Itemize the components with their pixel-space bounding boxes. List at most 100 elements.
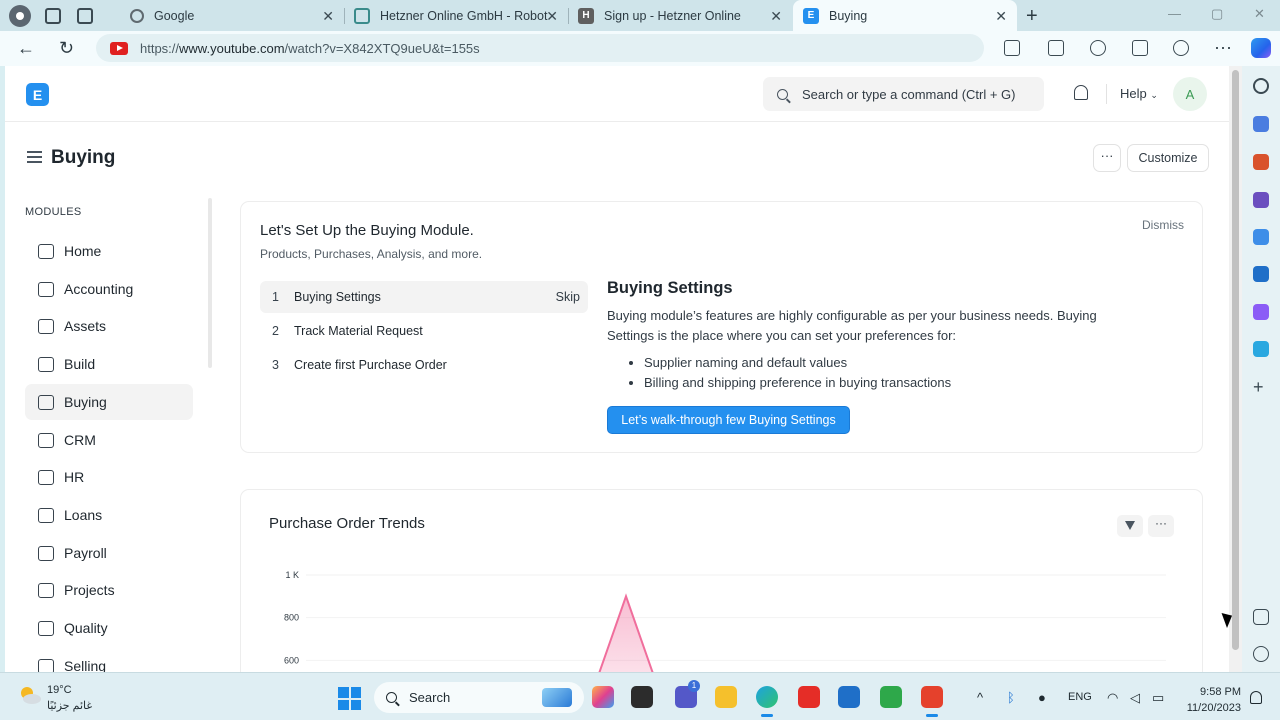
bluetooth-icon[interactable]: ᛒ (1007, 690, 1015, 705)
battery-icon[interactable]: ▭ (1152, 690, 1164, 706)
sidebar-item-buying[interactable]: Buying (25, 384, 193, 420)
sidebar-item-projects[interactable]: Projects (25, 572, 193, 608)
copilot-app-icon[interactable] (592, 686, 614, 708)
weather-temp: 19°C (47, 684, 72, 696)
microphone-icon[interactable]: ● (1038, 690, 1046, 705)
search-icon (777, 88, 788, 100)
tradingview-icon[interactable] (880, 686, 902, 708)
hide-sidebar-icon[interactable] (1253, 609, 1269, 625)
store-icon[interactable] (838, 686, 860, 708)
scrollbar-thumb[interactable] (1232, 70, 1239, 650)
sidebar-item-assets[interactable]: Assets (25, 308, 193, 344)
reload-icon[interactable]: ↻ (59, 38, 74, 59)
page-title: Buying (51, 147, 116, 168)
browser-essentials-icon[interactable] (1173, 40, 1189, 56)
tab-actions-icon[interactable] (77, 7, 93, 24)
start-icon[interactable] (338, 687, 361, 710)
profile-icon[interactable] (9, 4, 31, 27)
sidebar-item-selling[interactable]: Selling (25, 648, 193, 672)
page-more-button[interactable]: ··· (1093, 144, 1121, 172)
tab-hetzner-signup[interactable]: H Sign up - Hetzner Online ✕ (570, 0, 792, 31)
drop-icon[interactable] (1253, 341, 1269, 357)
sidebar-item-label: Selling (64, 658, 107, 672)
hetzner-robot-icon (354, 7, 370, 24)
designer-icon[interactable] (1253, 304, 1269, 320)
extensions-icon[interactable] (1004, 40, 1020, 56)
sidebar-item-home[interactable]: Home (25, 233, 193, 269)
tools-icon[interactable] (1253, 154, 1269, 170)
sidebar-settings-icon[interactable] (1253, 646, 1269, 662)
workspaces-icon[interactable] (45, 7, 61, 24)
taskbar-search[interactable]: Search (374, 682, 584, 713)
sidebar-item-label: Home (64, 243, 102, 259)
favorites-icon[interactable] (1090, 40, 1106, 56)
app-logo[interactable]: E (26, 83, 49, 106)
tab-hetzner-robot[interactable]: Hetzner Online GmbH - Robot ✕ (346, 0, 568, 31)
tab-close-icon[interactable]: ✕ (770, 8, 782, 25)
list-item: Billing and shipping preference in buyin… (644, 373, 951, 393)
games-icon[interactable] (1253, 192, 1269, 208)
tab-close-icon[interactable]: ✕ (322, 8, 334, 25)
add-icon[interactable]: + (1253, 378, 1269, 396)
tab-buying[interactable]: E Buying ✕ (793, 0, 1017, 31)
maximize-icon[interactable]: ▢ (1211, 6, 1223, 22)
tab-title: Hetzner Online GmbH - Robot (380, 8, 548, 23)
sidebar-item-hr[interactable]: HR (25, 459, 193, 495)
sidebar-scrollbar[interactable] (208, 198, 212, 368)
list-item: Supplier naming and default values (644, 353, 951, 373)
m365-icon[interactable] (1253, 229, 1269, 245)
copilot-icon[interactable] (1251, 38, 1271, 58)
tab-close-icon[interactable]: ✕ (546, 8, 558, 25)
onboarding-step[interactable]: 3 Create first Purchase Order (260, 349, 588, 381)
sidebar-item-build[interactable]: Build (25, 346, 193, 382)
sidebar-item-loans[interactable]: Loans (25, 497, 193, 533)
minimize-icon[interactable]: — (1168, 6, 1181, 21)
split-screen-icon[interactable] (1048, 40, 1064, 56)
url-field[interactable]: https://www.youtube.com/watch?v=X842XTQ9… (96, 34, 984, 62)
tab-google[interactable]: Google ✕ (122, 0, 344, 31)
tray-overflow-icon[interactable]: ^ (977, 690, 983, 705)
avatar[interactable]: A (1173, 77, 1207, 111)
new-tab-icon[interactable]: + (1026, 5, 1038, 28)
home-icon (38, 243, 54, 259)
sidebar-item-crm[interactable]: CRM (25, 422, 193, 458)
volume-icon[interactable]: ◁ (1130, 690, 1140, 706)
search-icon[interactable] (1253, 78, 1269, 94)
page-scrollbar[interactable] (1229, 66, 1242, 672)
page-head: Buying ··· Customize (5, 122, 1229, 192)
window-close-icon[interactable]: ✕ (1254, 6, 1265, 22)
onboarding-step[interactable]: 1 Buying Settings Skip (260, 281, 588, 313)
clock-date: 11/20/2023 (1186, 702, 1241, 714)
collections-icon[interactable] (1132, 40, 1148, 56)
edge-icon[interactable] (756, 686, 778, 717)
clock[interactable]: 9:58 PM 11/20/2023 (1183, 684, 1241, 716)
settings-more-icon[interactable]: ··· (1214, 37, 1232, 58)
screen-recorder-icon[interactable] (921, 686, 943, 717)
tab-close-icon[interactable]: ✕ (995, 8, 1007, 25)
awesomebar-search[interactable]: Search or type a command (Ctrl + G) (763, 77, 1044, 111)
skip-button[interactable]: Skip (556, 290, 580, 304)
back-icon[interactable]: ← (17, 38, 35, 59)
dismiss-button[interactable]: Dismiss (1142, 218, 1184, 232)
outlook-icon[interactable] (1253, 266, 1269, 282)
onboarding-step[interactable]: 2 Track Material Request (260, 315, 588, 347)
input-language[interactable]: ENG (1068, 691, 1092, 703)
customize-button[interactable]: Customize (1127, 144, 1209, 172)
file-explorer-icon[interactable] (715, 686, 737, 708)
sidebar-item-accounting[interactable]: Accounting (25, 271, 193, 307)
sidebar-item-quality[interactable]: Quality (25, 610, 193, 646)
weather-partly-cloudy-icon[interactable] (18, 685, 42, 705)
help-dropdown[interactable]: Help ⌄ (1120, 86, 1158, 101)
notifications-icon[interactable] (1250, 691, 1262, 704)
notification-bell-icon[interactable] (1074, 85, 1088, 100)
sidebar-toggle-icon[interactable] (27, 151, 42, 166)
shopping-icon[interactable] (1253, 116, 1269, 132)
edge-widget-icon[interactable] (631, 686, 653, 708)
chevron-down-icon: ⌄ (1150, 90, 1158, 100)
crm-icon (38, 432, 54, 448)
wifi-icon[interactable]: ◠ (1107, 690, 1118, 706)
sidebar-item-payroll[interactable]: Payroll (25, 535, 193, 571)
address-bar-row: ← ↻ https://www.youtube.com/watch?v=X842… (0, 31, 1280, 66)
youtube-app-icon[interactable] (798, 686, 820, 708)
walkthrough-button[interactable]: Let’s walk-through few Buying Settings (607, 406, 850, 434)
